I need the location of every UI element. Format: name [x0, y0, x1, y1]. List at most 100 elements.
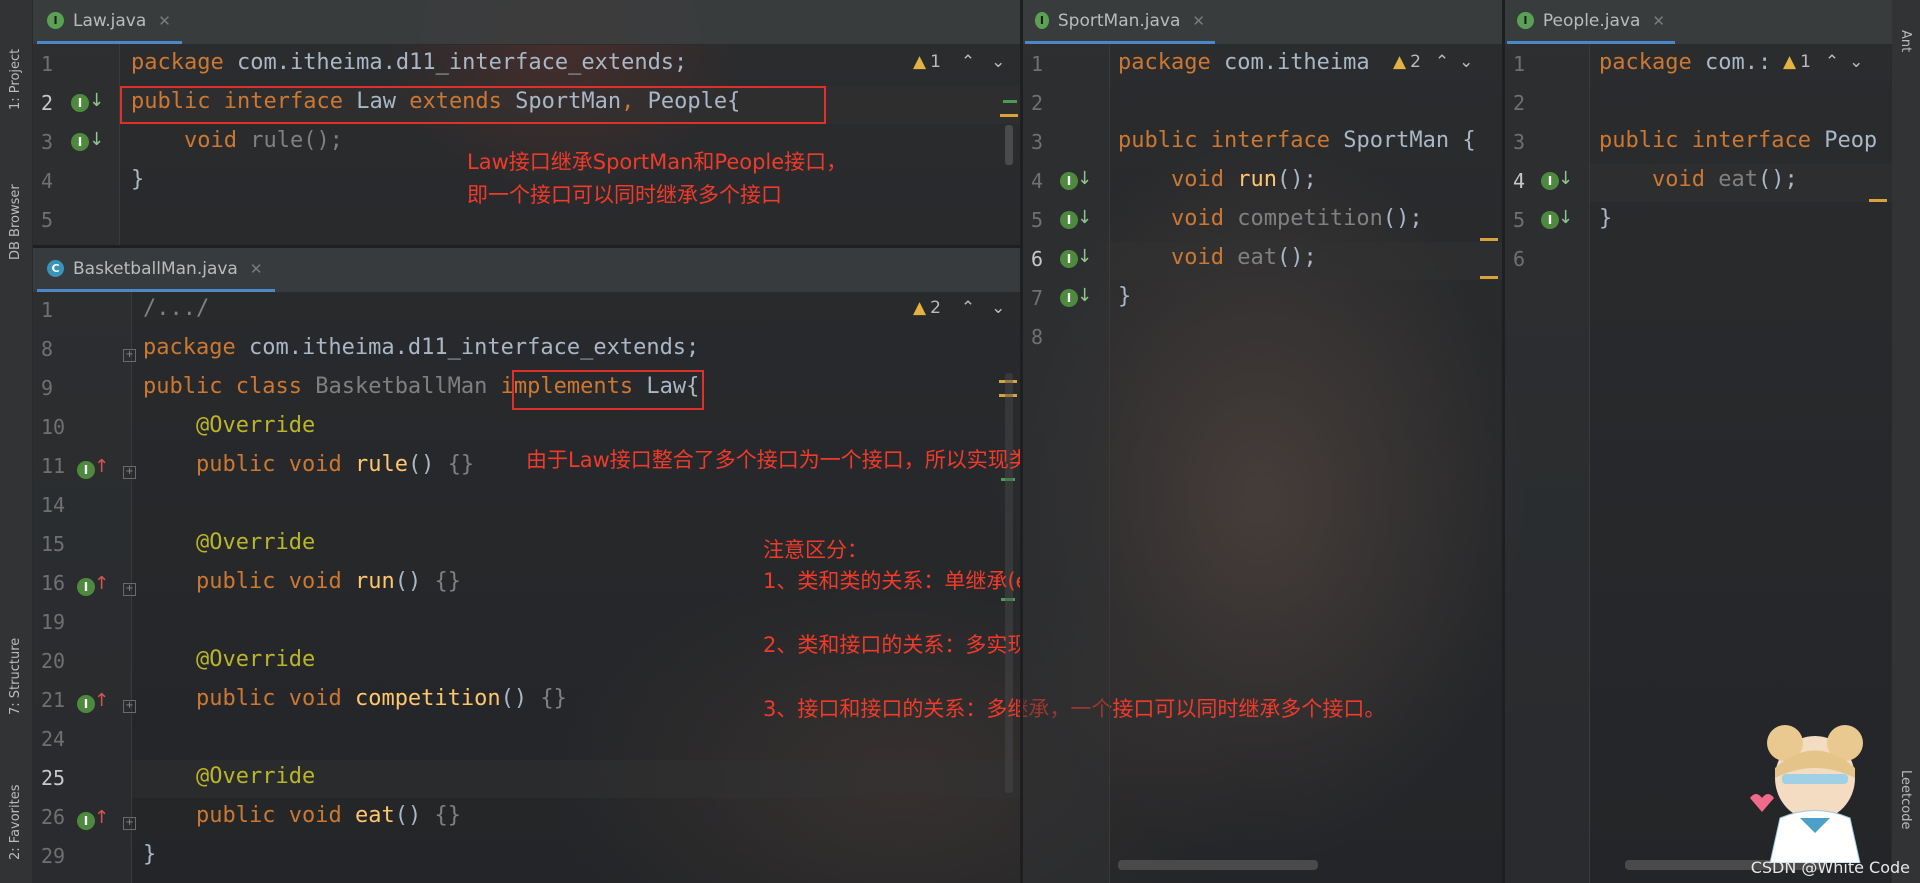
implemented-by-icon[interactable]: I — [71, 94, 89, 112]
inspection-warnings[interactable]: ▲ 2 ⌃ ⌄ — [1393, 52, 1473, 72]
code-line-5[interactable]: void competition(); — [1118, 206, 1423, 231]
tab-law-java[interactable]: I Law.java ✕ — [37, 0, 182, 44]
line-number: 3 — [1031, 130, 1044, 154]
code-line-3[interactable]: public interface SportMan { — [1118, 128, 1476, 153]
chevron-up-icon[interactable]: ⌃ — [1825, 52, 1839, 72]
code-line-4[interactable]: void run(); — [1118, 167, 1317, 192]
override-icon[interactable]: I — [77, 695, 95, 713]
tab-sportman-java[interactable]: I SportMan.java ✕ — [1025, 0, 1215, 44]
code-line-15[interactable]: @Override — [143, 530, 315, 555]
line-number: 3 — [1513, 130, 1526, 154]
implemented-by-icon[interactable]: I — [1060, 250, 1078, 268]
class-file-icon: C — [47, 260, 64, 277]
code-line-11[interactable]: public void rule() {} — [143, 452, 474, 477]
chevron-up-icon[interactable]: ⌃ — [1435, 52, 1449, 72]
code-line-26[interactable]: public void eat() {} — [143, 803, 461, 828]
fold-toggle-icon[interactable]: + — [123, 700, 136, 713]
warning-marker — [1480, 276, 1498, 279]
override-icon[interactable]: I — [77, 461, 95, 479]
warning-marker — [1869, 199, 1887, 202]
close-icon[interactable]: ✕ — [158, 12, 171, 30]
tab-bar: I SportMan.java ✕ — [1023, 0, 1502, 45]
chevron-down-icon[interactable]: ⌄ — [1849, 52, 1863, 72]
implemented-by-icon[interactable]: I — [71, 133, 89, 151]
left-tool-stripe: 1: Project DB Browser 7: Structure 2: Fa… — [0, 0, 33, 883]
code-line-10[interactable]: @Override — [143, 413, 315, 438]
sidebar-item-favorites[interactable]: 2: Favorites — [8, 740, 23, 860]
implemented-by-icon[interactable]: I — [1060, 172, 1078, 190]
code-line-4[interactable]: void eat(); — [1599, 167, 1798, 192]
tab-basketballman-java[interactable]: C BasketballMan.java ✕ — [37, 248, 275, 292]
inspection-warnings[interactable]: ▲ 2 ⌃ ⌄ — [913, 298, 1005, 318]
arrow-down-icon: ↓ — [1077, 207, 1093, 228]
editor-pane-sportman: I SportMan.java ✕ 1 2 3 4 5 6 7 8 I ↓ I … — [1023, 0, 1502, 883]
line-number: 2 — [1031, 91, 1044, 115]
code-line-16[interactable]: public void run() {} — [143, 569, 461, 594]
code-line-1[interactable]: package com.: — [1599, 50, 1771, 75]
sidebar-item-structure[interactable]: 7: Structure — [8, 595, 23, 715]
code-line-6[interactable]: void eat(); — [1118, 245, 1317, 270]
override-icon[interactable]: I — [77, 812, 95, 830]
code-line-20[interactable]: @Override — [143, 647, 315, 672]
sidebar-item-ant[interactable]: Ant — [1898, 30, 1913, 90]
chevron-up-icon[interactable]: ⌃ — [961, 298, 975, 318]
sidebar-item-db-browser[interactable]: DB Browser — [8, 140, 23, 260]
line-number: 8 — [41, 337, 54, 361]
fold-toggle-icon[interactable]: + — [123, 817, 136, 830]
code-line-5[interactable]: } — [1599, 206, 1612, 231]
implemented-by-icon[interactable]: I — [1541, 172, 1559, 190]
inspection-warnings[interactable]: ▲ 1 ⌃ ⌄ — [913, 52, 1005, 72]
chevron-down-icon[interactable]: ⌄ — [991, 52, 1005, 72]
code-line-1[interactable]: package com.itheima — [1118, 50, 1370, 75]
implemented-by-icon[interactable]: I — [1060, 211, 1078, 229]
sidebar-item-leetcode[interactable]: Leetcode — [1898, 770, 1913, 870]
chevron-down-icon[interactable]: ⌄ — [991, 298, 1005, 318]
line-number: 8 — [1031, 325, 1044, 349]
line-number: 1 — [41, 52, 54, 76]
close-icon[interactable]: ✕ — [1652, 12, 1665, 30]
arrow-down-icon: ↓ — [89, 90, 105, 111]
line-number: 21 — [41, 688, 66, 712]
code-line-25[interactable]: @Override — [143, 764, 315, 789]
gutter: 1 8 9 10 11 14 15 16 19 20 21 24 25 26 2… — [33, 292, 136, 883]
tab-people-java[interactable]: I People.java ✕ — [1507, 0, 1675, 44]
code-line-21[interactable]: public void competition() {} — [143, 686, 567, 711]
sidebar-item-project[interactable]: 1: Project — [8, 10, 23, 110]
fold-toggle-icon[interactable]: + — [123, 466, 136, 479]
inspection-warnings[interactable]: ▲ 1 ⌃ ⌄ — [1783, 52, 1863, 72]
arrow-up-icon: ↑ — [94, 456, 110, 477]
code-line-3[interactable]: void rule(); — [131, 128, 343, 153]
fold-toggle-icon[interactable]: + — [123, 583, 136, 596]
tab-label: People.java — [1542, 10, 1641, 31]
line-number: 4 — [41, 169, 54, 193]
code-line-3[interactable]: public interface Peop — [1599, 128, 1877, 153]
fold-toggle-icon[interactable]: + — [123, 349, 136, 362]
vertical-scrollbar[interactable] — [1005, 125, 1013, 165]
tab-label: Law.java — [73, 10, 147, 31]
close-icon[interactable]: ✕ — [1192, 12, 1205, 30]
chevron-up-icon[interactable]: ⌃ — [961, 52, 975, 72]
annotation-implements-note: 由于Law接口整合了多个接口为一个接口，所以实现类只需要implements L… — [526, 448, 1020, 472]
code-line-1[interactable]: package com.itheima.d11_interface_extend… — [131, 50, 687, 75]
mascot-sticker-image — [1740, 718, 1890, 864]
warning-marker — [1000, 114, 1018, 117]
code-line-7[interactable]: } — [1118, 284, 1131, 309]
gutter: 1 2 3 4 5 6 7 8 I ↓ I ↓ I ↓ I ↓ — [1023, 44, 1110, 883]
implemented-by-icon[interactable]: I — [1060, 289, 1078, 307]
horizontal-scrollbar[interactable] — [1118, 860, 1318, 870]
code-line-4[interactable]: } — [131, 167, 144, 192]
right-tool-stripe: Ant Leetcode — [1891, 0, 1920, 883]
override-icon[interactable]: I — [77, 578, 95, 596]
code-line-29[interactable]: } — [143, 842, 156, 867]
arrow-down-icon: ↓ — [1077, 246, 1093, 267]
close-icon[interactable]: ✕ — [250, 260, 263, 278]
code-line-1[interactable]: /.../ — [143, 296, 209, 321]
implemented-by-icon[interactable]: I — [1541, 211, 1559, 229]
warning-marker — [1480, 238, 1498, 241]
chevron-down-icon[interactable]: ⌄ — [1459, 52, 1473, 72]
warning-icon: ▲ — [1783, 52, 1797, 72]
code-line-8[interactable]: package com.itheima.d11_interface_extend… — [143, 335, 699, 360]
line-number: 26 — [41, 805, 66, 829]
editor-pane-law: I Law.java ✕ 1 2 3 4 5 I ↓ I ↓ package c… — [33, 0, 1020, 245]
warning-icon: ▲ — [913, 52, 927, 72]
